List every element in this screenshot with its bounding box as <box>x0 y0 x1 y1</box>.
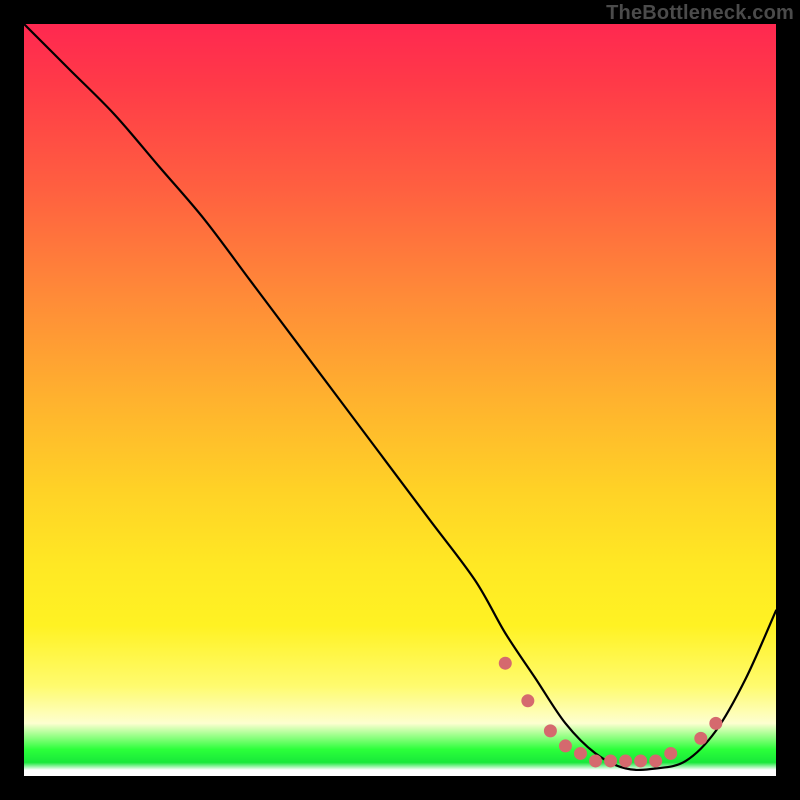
valley-dot <box>559 739 572 752</box>
curve-layer <box>24 24 776 776</box>
valley-dot <box>544 724 557 737</box>
chart-stage: TheBottleneck.com <box>0 0 800 800</box>
valley-dot <box>709 717 722 730</box>
valley-dot <box>664 747 677 760</box>
valley-dot <box>634 754 647 767</box>
watermark-text: TheBottleneck.com <box>606 2 794 25</box>
valley-dot <box>521 694 534 707</box>
valley-dot <box>589 754 602 767</box>
bottleneck-curve <box>24 24 776 770</box>
valley-dot <box>499 657 512 670</box>
valley-dot <box>619 754 632 767</box>
valley-dot <box>574 747 587 760</box>
valley-dot <box>604 754 617 767</box>
valley-dot <box>649 754 662 767</box>
gradient-plot-area <box>24 24 776 776</box>
valley-dot <box>694 732 707 745</box>
